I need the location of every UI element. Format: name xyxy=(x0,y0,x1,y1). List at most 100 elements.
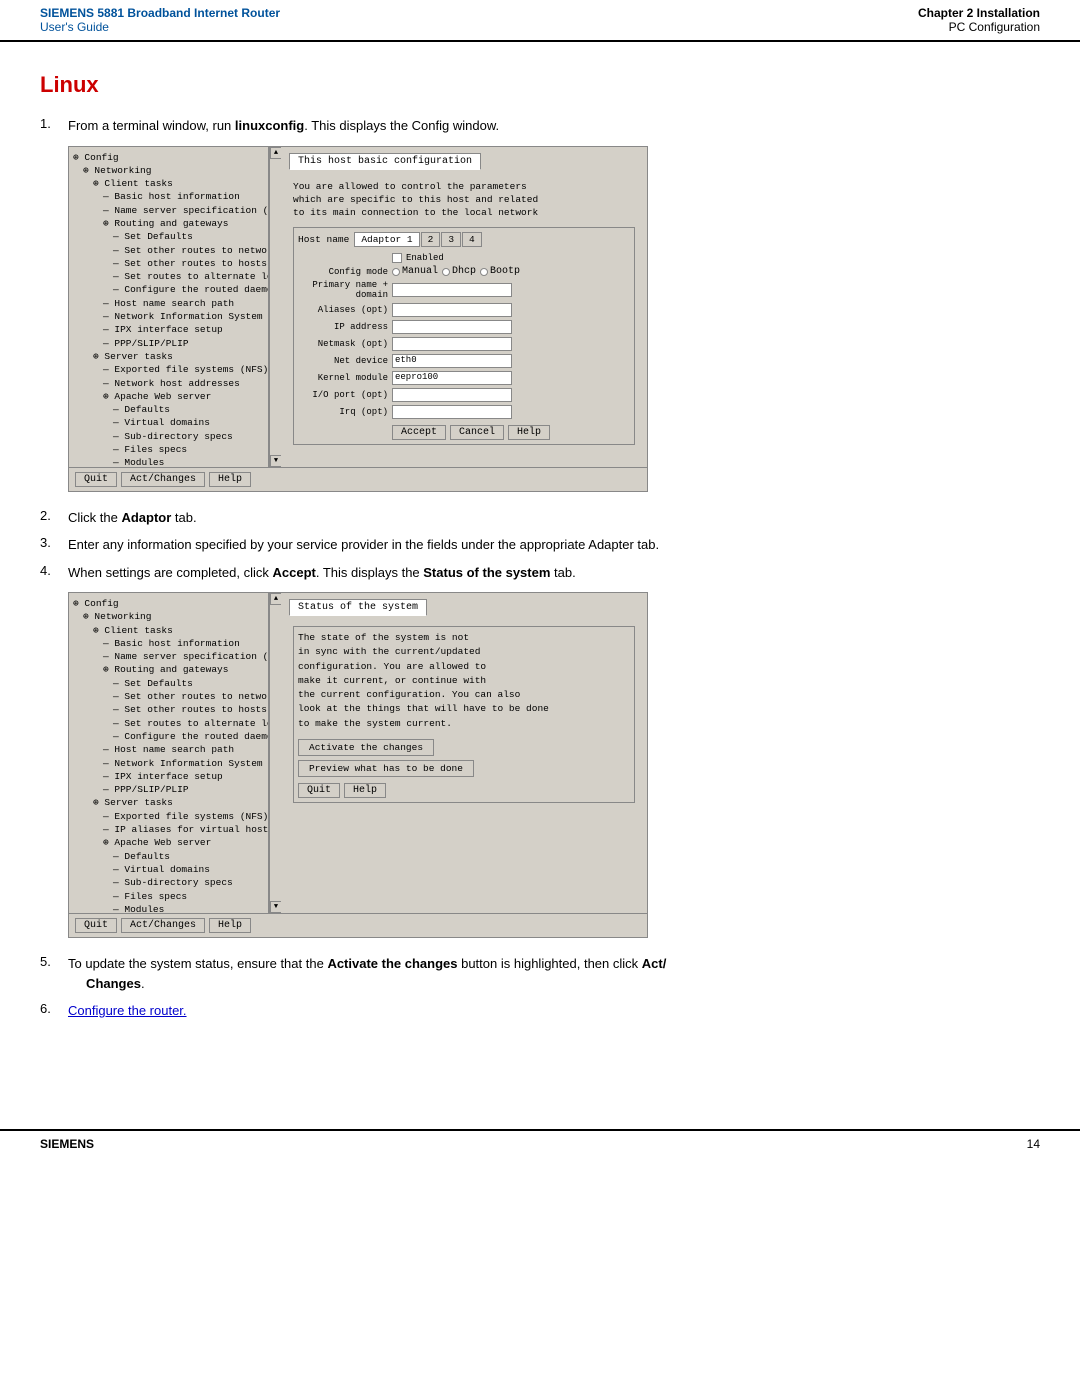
config-content-1: You are allowed to control the parameter… xyxy=(289,176,639,450)
configure-router-link[interactable]: Configure the router. xyxy=(68,1003,187,1018)
radio-manual-label: Manual xyxy=(402,266,438,277)
tree-item: — IPX interface setup xyxy=(71,323,266,336)
tree-item: — Set other routes to hosts xyxy=(71,703,266,716)
tree-item: — IPX interface setup xyxy=(71,770,266,783)
act-changes-button-1[interactable]: Act/Changes xyxy=(121,472,205,487)
tree-item: — Modules xyxy=(71,456,266,466)
irq-input[interactable] xyxy=(392,405,512,419)
netmask-row: Netmask (opt) xyxy=(298,337,630,351)
io-port-label: I/O port (opt) xyxy=(298,390,388,400)
preview-button[interactable]: Preview what has to be done xyxy=(298,760,474,777)
help-footer-button-1[interactable]: Help xyxy=(209,472,251,487)
section-title: Linux xyxy=(40,72,1040,98)
users-guide-label: User's Guide xyxy=(40,20,280,34)
radio-bootp[interactable]: Bootp xyxy=(480,266,520,277)
net-device-row: Net device eth0 xyxy=(298,354,630,368)
tree-item: — Set Defaults xyxy=(71,230,266,243)
netmask-input[interactable] xyxy=(392,337,512,351)
cancel-button-1[interactable]: Cancel xyxy=(450,425,504,440)
config-mode-label: Config mode xyxy=(298,267,388,277)
enabled-label: Enabled xyxy=(406,253,444,263)
tab-status-of-system[interactable]: Status of the system xyxy=(289,599,427,616)
config-panel-1: This host basic configuration You are al… xyxy=(281,147,647,467)
adaptor-tab-2[interactable]: 2 xyxy=(421,232,441,247)
tree-item: — Set other routes to networks xyxy=(71,690,266,703)
kernel-module-input[interactable]: eepro100 xyxy=(392,371,512,385)
tree-item: — Set Defaults xyxy=(71,677,266,690)
scrollbar-1[interactable]: ▲ ▼ xyxy=(269,147,281,467)
step-3-number: 3. xyxy=(40,535,60,555)
status-tab-strip: Status of the system xyxy=(289,599,639,616)
irq-label: Irq (opt) xyxy=(298,407,388,417)
net-device-label: Net device xyxy=(298,356,388,366)
help-footer-button-2[interactable]: Help xyxy=(209,918,251,933)
tree-panel-1: ⊕ Config ⊕ Networking ⊕ Client tasks — B… xyxy=(69,147,269,467)
status-content: The state of the system is not in sync w… xyxy=(289,622,639,807)
help-button-1[interactable]: Help xyxy=(508,425,550,440)
step-2: 2. Click the Adaptor tab. xyxy=(40,508,1040,528)
status-description: The state of the system is not in sync w… xyxy=(298,631,630,731)
tree-item: — Defaults xyxy=(71,403,266,416)
radio-manual-circle[interactable] xyxy=(392,268,400,276)
tree-item: — Set routes to alternate local nets xyxy=(71,270,266,283)
tree-item: — Set other routes to networks xyxy=(71,244,266,257)
tree-item: — Files specs xyxy=(71,890,266,903)
config-mode-row: Config mode Manual Dhcp xyxy=(298,266,630,277)
quit-button-1[interactable]: Quit xyxy=(75,472,117,487)
quit-button-status[interactable]: Quit xyxy=(298,783,340,798)
primary-name-input[interactable] xyxy=(392,283,512,297)
screenshot-2: ⊕ Config ⊕ Networking ⊕ Client tasks — B… xyxy=(68,592,648,938)
act-changes-button-2[interactable]: Act/Changes xyxy=(121,918,205,933)
tree-item: — PPP/SLIP/PLIP xyxy=(71,783,266,796)
adaptor-tab-3[interactable]: 3 xyxy=(441,232,461,247)
tree-item: — Network Information System (NIS) xyxy=(71,757,266,770)
netmask-label: Netmask (opt) xyxy=(298,339,388,349)
tree-item: ⊕ Networking xyxy=(71,164,266,177)
ip-input[interactable] xyxy=(392,320,512,334)
tree-item: — Exported file systems (NFS) xyxy=(71,363,266,376)
tab-strip-1: This host basic configuration xyxy=(289,153,639,170)
radio-manual[interactable]: Manual xyxy=(392,266,438,277)
help-button-status[interactable]: Help xyxy=(344,783,386,798)
tree-item: ⊕ Config xyxy=(71,597,266,610)
adaptor-tab-1[interactable]: Adaptor 1 xyxy=(354,232,419,247)
tree-item: — Host name search path xyxy=(71,743,266,756)
tree-item: — IP aliases for virtual hosts xyxy=(71,823,266,836)
radio-dhcp-circle[interactable] xyxy=(442,268,450,276)
scrollbar-2[interactable]: ▲ ▼ xyxy=(269,593,281,913)
radio-dhcp[interactable]: Dhcp xyxy=(442,266,476,277)
accept-button-1[interactable]: Accept xyxy=(392,425,446,440)
irq-row: Irq (opt) xyxy=(298,405,630,419)
tree-item: ⊕ Apache Web server xyxy=(71,390,266,403)
step-2-text: Click the Adaptor tab. xyxy=(68,508,197,528)
step-5: 5. To update the system status, ensure t… xyxy=(40,954,1040,993)
tree-item: — Set routes to alternate local nets xyxy=(71,717,266,730)
tab-this-host[interactable]: This host basic configuration xyxy=(289,153,481,170)
aliases-input[interactable] xyxy=(392,303,512,317)
tree-item: ⊕ Apache Web server xyxy=(71,836,266,849)
kernel-module-label: Kernel module xyxy=(298,373,388,383)
quit-button-2[interactable]: Quit xyxy=(75,918,117,933)
aliases-row: Aliases (opt) xyxy=(298,303,630,317)
tree-item: ⊕ Routing and gateways xyxy=(71,663,266,676)
config-inner-panel: Host name Adaptor 1 2 3 4 Enabled xyxy=(293,227,635,445)
page-header: SIEMENS 5881 Broadband Internet Router U… xyxy=(0,0,1080,42)
enabled-checkbox[interactable] xyxy=(392,253,402,263)
tree-item: — Exported file systems (NFS) xyxy=(71,810,266,823)
screenshot-1: ⊕ Config ⊕ Networking ⊕ Client tasks — B… xyxy=(68,146,648,492)
tree-item: — Host name search path xyxy=(71,297,266,310)
tree-item: — Name server specification (DNS) xyxy=(71,650,266,663)
tree-item: ⊕ Server tasks xyxy=(71,350,266,363)
step-3: 3. Enter any information specified by yo… xyxy=(40,535,1040,555)
chapter-label: Chapter 2 Installation xyxy=(918,6,1040,20)
step-2-number: 2. xyxy=(40,508,60,528)
activate-changes-button[interactable]: Activate the changes xyxy=(298,739,434,756)
io-port-input[interactable] xyxy=(392,388,512,402)
tree-item: — Basic host information xyxy=(71,637,266,650)
kernel-module-row: Kernel module eepro100 xyxy=(298,371,630,385)
tree-item: ⊕ Client tasks xyxy=(71,177,266,190)
tree-item: ⊕ Routing and gateways xyxy=(71,217,266,230)
adaptor-tab-4[interactable]: 4 xyxy=(462,232,482,247)
radio-bootp-circle[interactable] xyxy=(480,268,488,276)
net-device-input[interactable]: eth0 xyxy=(392,354,512,368)
